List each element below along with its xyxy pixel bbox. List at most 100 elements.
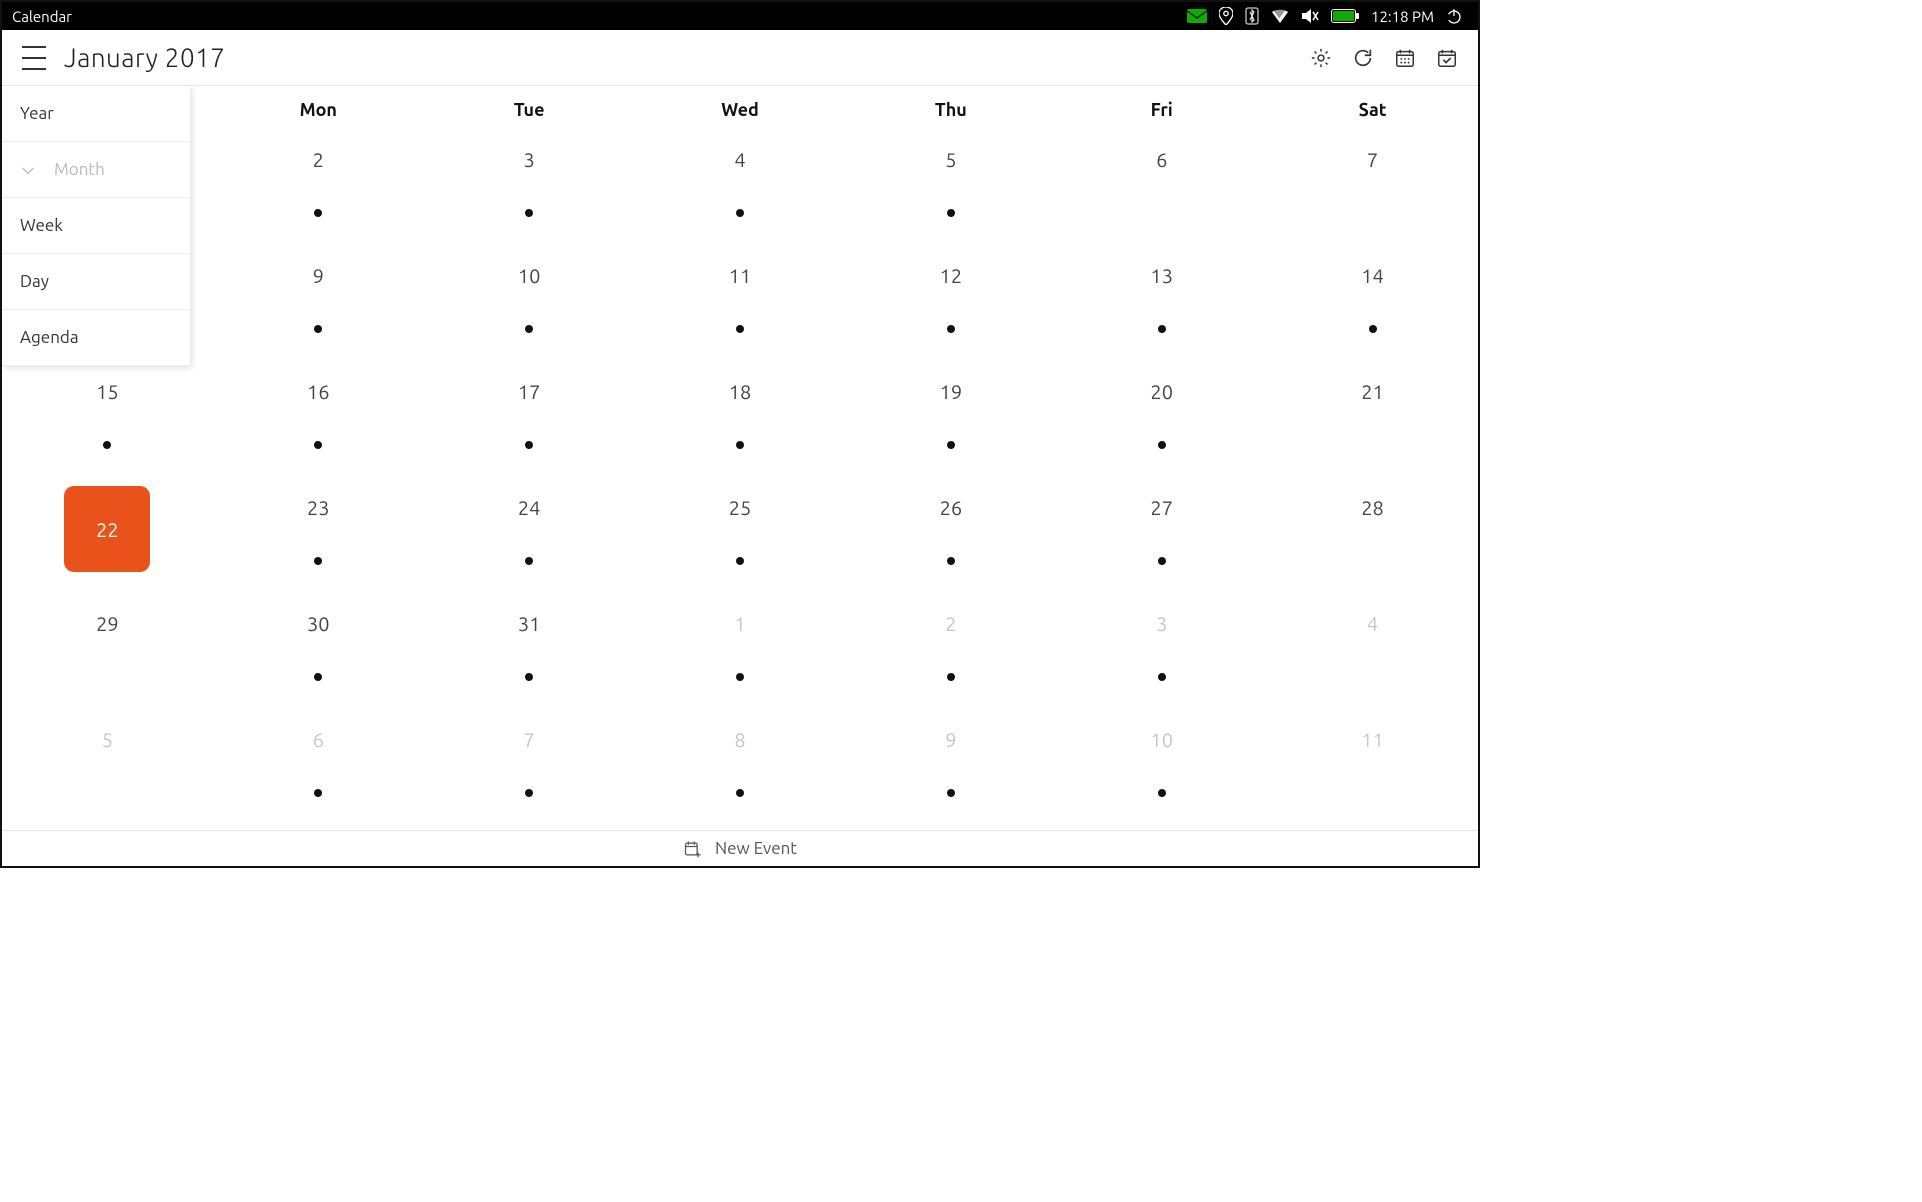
today-icon[interactable]	[1436, 47, 1458, 69]
day-cell[interactable]: 24	[424, 482, 635, 598]
day-number: 30	[307, 612, 330, 635]
day-cell[interactable]: 17	[424, 366, 635, 482]
day-cell[interactable]: 5	[2, 714, 213, 830]
bluetooth-icon[interactable]	[1245, 7, 1259, 25]
volume-muted-icon[interactable]	[1301, 8, 1319, 24]
day-cell[interactable]: 14	[1267, 250, 1478, 366]
day-cell[interactable]: 26	[845, 482, 1056, 598]
day-cell[interactable]: 11	[635, 250, 846, 366]
weekday-header: Mon	[213, 86, 424, 134]
refresh-icon[interactable]	[1352, 47, 1374, 69]
view-option-label: Agenda	[20, 328, 79, 347]
day-cell[interactable]: 3	[424, 134, 635, 250]
event-dot-icon	[525, 673, 533, 681]
event-dot-icon	[736, 325, 744, 333]
day-cell[interactable]: 7	[424, 714, 635, 830]
view-option-month[interactable]: Month	[2, 142, 190, 198]
day-number: 5	[102, 728, 113, 751]
day-cell[interactable]: 30	[213, 598, 424, 714]
day-cell[interactable]: 5	[845, 134, 1056, 250]
day-cell[interactable]: 18	[635, 366, 846, 482]
event-dot-icon	[525, 209, 533, 217]
wifi-icon[interactable]	[1271, 8, 1289, 24]
day-cell[interactable]: 4	[635, 134, 846, 250]
event-dot-icon	[525, 325, 533, 333]
weekday-header: Tue	[424, 86, 635, 134]
event-dot-icon	[736, 673, 744, 681]
day-number: 3	[1156, 612, 1167, 635]
view-switcher-menu: Year Month WeekDay Agenda	[2, 86, 190, 366]
day-cell[interactable]: 6	[213, 714, 424, 830]
event-dot-icon	[1158, 325, 1166, 333]
day-cell[interactable]: 21	[1267, 366, 1478, 482]
day-number: 8	[734, 728, 745, 751]
event-dot-icon	[525, 789, 533, 797]
view-option-label: Month	[54, 160, 105, 179]
weekday-header: Thu	[845, 86, 1056, 134]
event-dot-icon	[736, 209, 744, 217]
day-cell[interactable]: 2	[213, 134, 424, 250]
event-dot-icon	[314, 673, 322, 681]
event-dot-icon	[314, 789, 322, 797]
day-cell[interactable]: 6	[1056, 134, 1267, 250]
day-cell[interactable]: 16	[213, 366, 424, 482]
event-dot-icon	[525, 441, 533, 449]
day-cell[interactable]: 3	[1056, 598, 1267, 714]
day-number: 4	[1367, 612, 1378, 635]
day-cell[interactable]: 10	[1056, 714, 1267, 830]
battery-icon[interactable]	[1331, 9, 1359, 23]
view-option-agenda[interactable]: Agenda	[2, 310, 190, 366]
event-dot-icon	[736, 789, 744, 797]
go-to-date-icon[interactable]	[1394, 47, 1416, 69]
day-number: 9	[945, 728, 956, 751]
event-dot-icon	[1158, 557, 1166, 565]
day-number: 16	[307, 380, 330, 403]
day-cell[interactable]: 22	[2, 482, 213, 598]
view-option-week[interactable]: Week	[2, 198, 190, 254]
day-cell[interactable]: 20	[1056, 366, 1267, 482]
day-cell[interactable]: 11	[1267, 714, 1478, 830]
new-event-button[interactable]: New Event	[2, 830, 1478, 866]
day-number: 15	[96, 380, 119, 403]
day-cell[interactable]: 10	[424, 250, 635, 366]
day-cell[interactable]: 28	[1267, 482, 1478, 598]
day-cell[interactable]: 9	[845, 714, 1056, 830]
day-number: 28	[1361, 496, 1384, 519]
location-icon[interactable]	[1219, 7, 1233, 25]
settings-gear-icon[interactable]	[1310, 47, 1332, 69]
power-icon[interactable]	[1446, 8, 1462, 24]
day-number: 3	[523, 148, 534, 171]
weekday-header: Wed	[635, 86, 846, 134]
event-dot-icon	[947, 557, 955, 565]
day-cell[interactable]: 25	[635, 482, 846, 598]
view-option-year[interactable]: Year	[2, 86, 190, 142]
event-dot-icon	[947, 673, 955, 681]
day-cell[interactable]: 15	[2, 366, 213, 482]
day-number: 6	[313, 728, 324, 751]
day-number: 13	[1150, 264, 1173, 287]
day-cell[interactable]: 9	[213, 250, 424, 366]
hamburger-menu-button[interactable]	[22, 46, 46, 70]
day-cell[interactable]: 13	[1056, 250, 1267, 366]
day-cell[interactable]: 12	[845, 250, 1056, 366]
day-cell[interactable]: 1	[635, 598, 846, 714]
day-cell[interactable]: 2	[845, 598, 1056, 714]
day-cell[interactable]: 31	[424, 598, 635, 714]
day-number: 18	[729, 380, 752, 403]
day-number: 20	[1150, 380, 1173, 403]
day-number: 7	[1367, 148, 1378, 171]
day-number: 12	[940, 264, 963, 287]
view-option-day[interactable]: Day	[2, 254, 190, 310]
day-cell[interactable]: 23	[213, 482, 424, 598]
day-cell[interactable]: 27	[1056, 482, 1267, 598]
day-number: 2	[945, 612, 956, 635]
day-cell[interactable]: 8	[635, 714, 846, 830]
event-dot-icon	[1369, 325, 1377, 333]
day-cell[interactable]: 4	[1267, 598, 1478, 714]
new-event-label: New Event	[715, 839, 797, 858]
day-cell[interactable]: 7	[1267, 134, 1478, 250]
day-cell[interactable]: 19	[845, 366, 1056, 482]
mail-icon[interactable]	[1187, 9, 1207, 23]
day-number: 29	[96, 612, 119, 635]
day-cell[interactable]: 29	[2, 598, 213, 714]
